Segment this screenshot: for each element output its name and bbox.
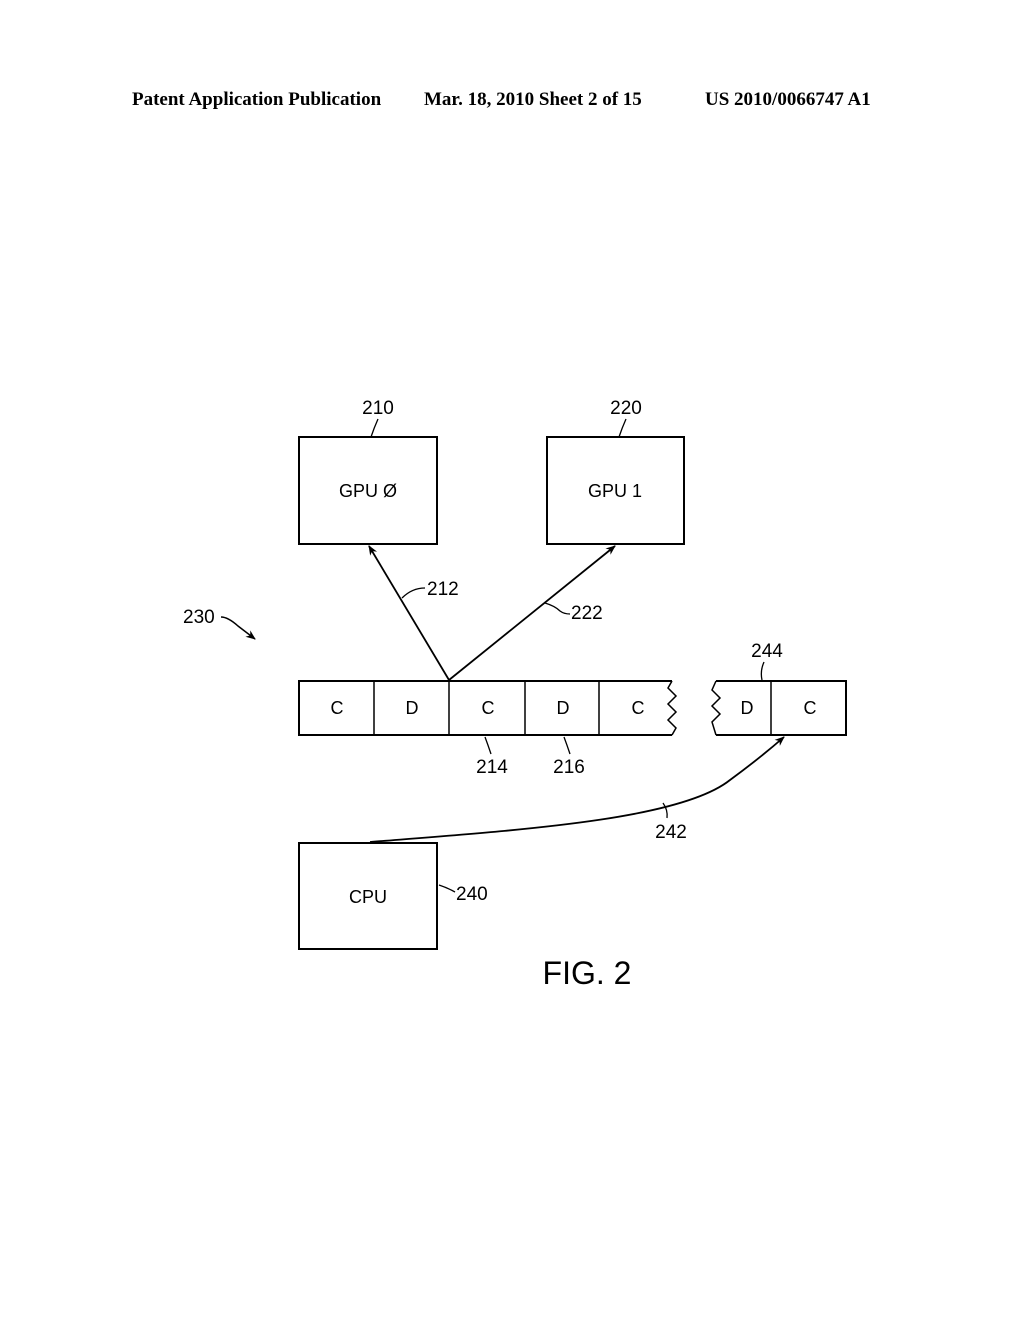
- buffer-cell-right-1: D: [741, 698, 754, 718]
- cell-214-leader: [484, 736, 492, 755]
- buffer-cell-1: C: [331, 698, 344, 718]
- cell-ref-214: 214: [476, 757, 508, 778]
- buffer-cell-5: C: [632, 698, 645, 718]
- gpu0-box: GPU Ø: [298, 436, 438, 545]
- figure-label: FIG. 2: [543, 955, 632, 991]
- cell-ref-244: 244: [751, 641, 783, 662]
- buffer-cell-4: D: [557, 698, 570, 718]
- buffer-cell-3: C: [482, 698, 495, 718]
- arrow-242-leader: [662, 802, 668, 819]
- arrow-gpu1-ref: 222: [571, 603, 603, 624]
- buffer-cell-2: D: [406, 698, 419, 718]
- figure-2-diagram: GPU Ø 210 GPU 1 220 212 222 230 C D C D …: [183, 398, 847, 991]
- cell-216-leader: [563, 736, 571, 755]
- gpu1-ref: 220: [610, 398, 642, 419]
- gpu0-ref: 210: [362, 398, 394, 419]
- cell-244-leader: [760, 661, 765, 681]
- arrow-to-gpu0: [368, 545, 450, 681]
- gpu0-label: GPU Ø: [339, 481, 397, 501]
- arrow-212-leader: [401, 587, 426, 599]
- cpu-box: CPU: [298, 842, 438, 950]
- cpu-ref: 240: [456, 884, 488, 905]
- buffer-ref: 230: [183, 607, 215, 628]
- cpu-leader: [438, 884, 456, 893]
- command-buffer-left: C D C D C: [298, 680, 678, 736]
- arrow-cpu-ref: 242: [655, 822, 687, 843]
- break-mark-left: [666, 680, 678, 736]
- gpu0-leader: [370, 418, 379, 438]
- gpu1-label: GPU 1: [588, 481, 642, 501]
- arrow-cpu-to-buffer: [369, 736, 785, 843]
- arrow-gpu0-ref: 212: [427, 579, 459, 600]
- buffer-ref-arrow: [220, 616, 256, 640]
- gpu1-leader: [618, 418, 627, 438]
- cpu-label: CPU: [349, 887, 387, 907]
- arrow-222-leader: [544, 602, 571, 615]
- break-mark-right: [710, 680, 722, 736]
- buffer-cell-right-2: C: [804, 698, 817, 718]
- gpu1-box: GPU 1: [546, 436, 685, 545]
- command-buffer-right: D C: [710, 680, 847, 736]
- cell-ref-216: 216: [553, 757, 585, 778]
